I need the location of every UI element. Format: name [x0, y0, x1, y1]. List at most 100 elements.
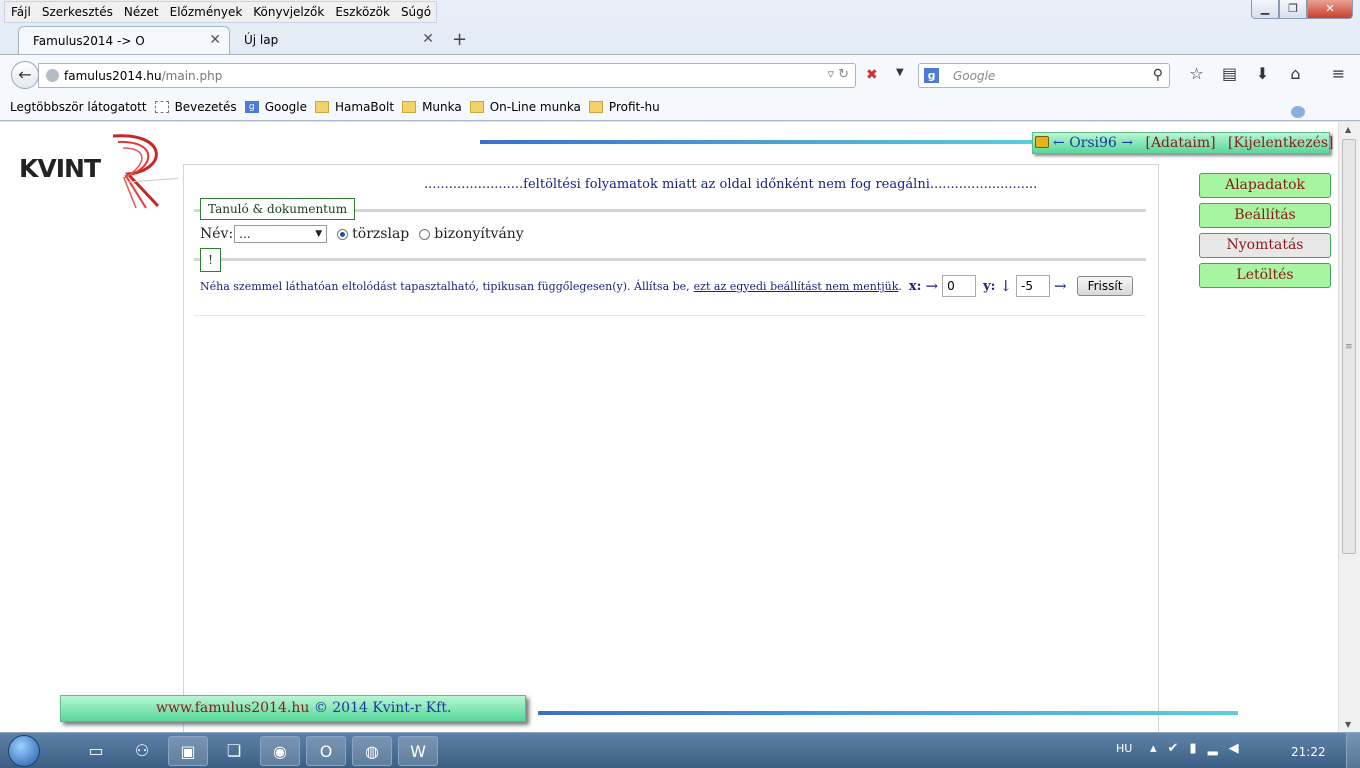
bookmark-online-munka[interactable]: On-Line munka — [469, 94, 581, 120]
bookmark-most-visited[interactable]: Legtöbbször látogatott — [10, 94, 1305, 120]
student-select-row: Név: ... ▼ törzslap bizonyítvány — [200, 225, 524, 243]
name-label: Név: — [200, 226, 234, 242]
new-tab-icon[interactable]: + — [452, 29, 467, 50]
taskbar: ▭ ⚇ ▣ ❏ ◉ O ◍ W HU ▴✔▮▂◀ 21:22 — [0, 732, 1360, 768]
arrow-down-icon: ↓ — [999, 277, 1012, 295]
footer-site[interactable]: www.famulus2014.hu — [156, 700, 309, 716]
arrow-right-icon: → — [1054, 277, 1067, 295]
globe-icon — [46, 69, 59, 82]
maximize-icon[interactable]: ❐ — [1279, 0, 1307, 19]
tab-close-icon[interactable]: ✕ — [422, 31, 434, 47]
bookmark-google[interactable]: g Google — [244, 94, 307, 120]
explorer-icon[interactable]: ▭ — [76, 736, 116, 766]
tab-title: Új lap — [244, 33, 279, 47]
logout-link[interactable]: [Kijelentkezés] — [1228, 135, 1334, 151]
url-bar[interactable]: famulus2014.hu/main.php ▿ ↻ — [38, 63, 856, 88]
user-bar: ← Orsi96 → [Adataim] [Kijelentkezés] — [1032, 132, 1334, 154]
bookmarks-bar: Legtöbbször látogatott Bevezetés g Google… — [0, 94, 1360, 121]
search-icon[interactable]: ⚲ — [1153, 67, 1163, 83]
reading-list-icon[interactable]: ▤ — [1213, 64, 1246, 83]
offset-info-end: . — [898, 279, 902, 293]
not-saved-link[interactable]: ezt az egyedi beállítást nem mentjük — [694, 280, 899, 293]
outlook-icon[interactable]: O — [306, 736, 346, 766]
menu-edit[interactable]: Szerkesztés — [36, 2, 118, 22]
chrome-icon[interactable]: ◉ — [260, 736, 300, 766]
refresh-button[interactable]: Frissít — [1076, 276, 1134, 296]
google-icon[interactable]: g — [924, 68, 939, 83]
navigation-bar: famulus2014.hu/main.php ▿ ↻ ← ✖ ▼ g Goog… — [0, 54, 1360, 94]
back-icon[interactable]: ← — [11, 61, 39, 89]
history-icon — [1291, 106, 1305, 118]
y-offset-input[interactable]: -5 — [1016, 275, 1050, 297]
bookmark-profit-hu[interactable]: Profit-hu — [588, 94, 660, 120]
menu-file[interactable]: Fájl — [5, 2, 36, 22]
user-arrow-left: ← — [1053, 135, 1065, 151]
fieldset-border — [194, 258, 1146, 261]
firefox-icon[interactable]: ◍ — [352, 736, 392, 766]
window-controls: ▁ ❐ ✕ — [1251, 0, 1353, 19]
beallitas-button[interactable]: Beállítás — [1199, 203, 1331, 228]
x-offset-input[interactable]: 0 — [942, 275, 977, 297]
close-icon[interactable]: ✕ — [1307, 0, 1353, 19]
addon-blocked-icon[interactable]: ✖ — [866, 67, 878, 83]
tray-icons[interactable]: ▴✔▮▂◀ — [1150, 741, 1250, 756]
decorative-line — [538, 711, 1238, 715]
search-bar[interactable]: g Google ⚲ — [918, 63, 1170, 88]
page-icon — [154, 101, 169, 113]
offset-row: Néha szemmel láthatóan eltolódást tapasz… — [200, 275, 1134, 297]
menu-help[interactable]: Súgó — [395, 2, 436, 22]
hamburger-menu-icon[interactable]: ≡ — [1322, 64, 1355, 83]
clock[interactable]: 21:22 — [1291, 745, 1326, 759]
network-icon[interactable]: ⚇ — [122, 736, 162, 766]
radio-bizonyitvany-label[interactable]: bizonyítvány — [434, 226, 523, 242]
alapadatok-button[interactable]: Alapadatok — [1199, 173, 1331, 198]
scroll-up-icon[interactable]: ▲ — [1345, 125, 1351, 134]
save-icon[interactable]: ▣ — [168, 736, 208, 766]
folder-sync-icon[interactable]: ❏ — [214, 736, 254, 766]
menu-tools[interactable]: Eszközök — [329, 2, 395, 22]
radio-torzslap-label[interactable]: törzslap — [352, 226, 409, 242]
bookmark-bevezetes[interactable]: Bevezetés — [154, 94, 237, 120]
menu-history[interactable]: Előzmények — [164, 2, 248, 22]
student-document-legend: Tanuló & dokumentum — [200, 198, 356, 220]
minimize-icon[interactable]: ▁ — [1251, 0, 1279, 19]
nyomtatas-button[interactable]: Nyomtatás — [1199, 233, 1331, 258]
search-input[interactable]: Google — [953, 69, 995, 83]
toolbar-icons: ☆ ▤ ⬇ ⌂ ≡ — [1180, 64, 1355, 83]
star-icon[interactable]: ☆ — [1180, 64, 1213, 83]
home-icon[interactable]: ⌂ — [1279, 64, 1312, 83]
chevron-down-icon[interactable]: ▼ — [896, 67, 904, 78]
bookmark-hamabolt[interactable]: HamaBolt — [315, 94, 394, 120]
tab-close-icon[interactable]: ✕ — [209, 32, 221, 48]
folder-icon — [588, 101, 603, 113]
show-desktop-button[interactable] — [1346, 733, 1360, 768]
menu-view[interactable]: Nézet — [118, 2, 164, 22]
logo-text: KVINT — [19, 154, 101, 183]
letoltes-button[interactable]: Letöltés — [1199, 263, 1331, 288]
decorative-line — [480, 140, 1040, 144]
language-indicator[interactable]: HU — [1116, 742, 1132, 755]
chevron-down-icon: ▼ — [315, 229, 323, 239]
footer-copyright: © 2014 Kvint-r Kft. — [313, 700, 452, 716]
reload-icon[interactable]: ▿ ↻ — [827, 67, 849, 82]
bookmark-munka[interactable]: Munka — [402, 94, 462, 120]
y-label: y: — [983, 278, 996, 294]
divider — [194, 315, 1146, 316]
download-icon[interactable]: ⬇ — [1246, 64, 1279, 83]
start-button-icon[interactable] — [8, 735, 40, 767]
word-icon[interactable]: W — [398, 736, 438, 766]
username: Orsi96 — [1069, 135, 1117, 151]
x-label: x: — [908, 278, 922, 294]
radio-bizonyitvany[interactable] — [419, 228, 431, 240]
radio-torzslap[interactable] — [337, 228, 349, 240]
scroll-down-icon[interactable]: ▼ — [1345, 720, 1351, 729]
main-content: ........................feltöltési folya… — [183, 164, 1159, 732]
name-select[interactable]: ... ▼ — [234, 225, 328, 243]
menu-bookmarks[interactable]: Könyvjelzők — [247, 2, 329, 22]
profile-link[interactable]: [Adataim] — [1145, 135, 1215, 151]
tab-famulus[interactable]: Famulus2014 -> O ✕ — [18, 26, 230, 54]
tab-new[interactable]: Új lap ✕ — [230, 26, 442, 54]
warning-legend: ! — [200, 248, 221, 272]
footer: www.famulus2014.hu © 2014 Kvint-r Kft. — [60, 695, 526, 722]
vertical-scrollbar[interactable]: ▲ ≡ ▼ — [1338, 122, 1360, 732]
